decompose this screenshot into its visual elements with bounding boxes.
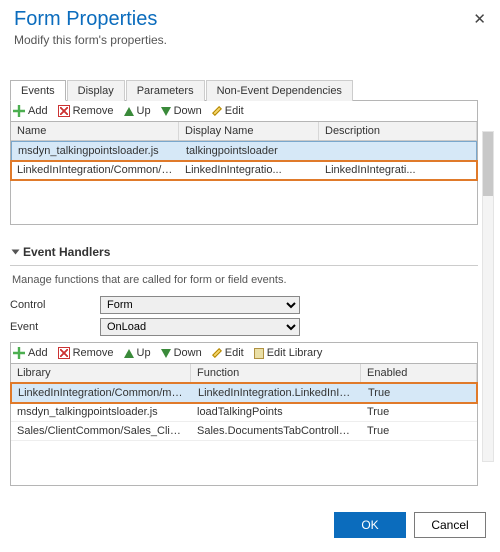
- table-row[interactable]: LinkedInIntegration/Common/msdyn_L... Li…: [11, 383, 477, 403]
- lib-remove-button[interactable]: Remove: [58, 105, 114, 117]
- libraries-grid-body: msdyn_talkingpointsloader.js talkingpoin…: [11, 141, 477, 224]
- lib-add-button[interactable]: Add: [13, 105, 48, 117]
- add-icon: [13, 347, 25, 359]
- tab-non-event-dependencies[interactable]: Non-Event Dependencies: [206, 80, 353, 101]
- edit-icon: [212, 348, 222, 358]
- vertical-scrollbar[interactable]: [482, 131, 494, 462]
- ok-button[interactable]: OK: [334, 512, 406, 538]
- control-label: Control: [10, 299, 100, 311]
- dialog-header: Form Properties Modify this form's prope…: [0, 0, 500, 51]
- col-enabled[interactable]: Enabled: [361, 364, 477, 382]
- collapse-icon: [12, 250, 20, 255]
- down-icon: [161, 349, 171, 358]
- remove-icon: [58, 105, 70, 117]
- up-icon: [124, 107, 134, 116]
- handlers-grid[interactable]: Library Function Enabled LinkedInIntegra…: [10, 364, 478, 486]
- event-label: Event: [10, 321, 100, 333]
- control-select[interactable]: Form: [100, 296, 300, 314]
- down-icon: [161, 107, 171, 116]
- form-properties-dialog: Form Properties Modify this form's prope…: [0, 0, 500, 552]
- close-button[interactable]: ✕: [473, 10, 486, 28]
- handler-add-button[interactable]: Add: [13, 347, 48, 359]
- separator: [10, 265, 478, 266]
- grid-empty-space: [11, 441, 477, 485]
- edit-icon: [212, 106, 222, 116]
- col-display-name[interactable]: Display Name: [179, 122, 319, 140]
- event-handlers-hint: Manage functions that are called for for…: [12, 274, 478, 286]
- col-library[interactable]: Library: [11, 364, 191, 382]
- grid-empty-space: [11, 180, 477, 224]
- libraries-toolbar: Add Remove Up Down Edit: [10, 101, 478, 122]
- handler-edit-library-button[interactable]: Edit Library: [254, 347, 323, 359]
- handlers-grid-header: Library Function Enabled: [11, 364, 477, 383]
- lib-edit-button[interactable]: Edit: [212, 105, 244, 117]
- event-select[interactable]: OnLoad: [100, 318, 300, 336]
- col-function[interactable]: Function: [191, 364, 361, 382]
- table-row[interactable]: msdyn_talkingpointsloader.js loadTalking…: [11, 403, 477, 422]
- libraries-grid-header: Name Display Name Description: [11, 122, 477, 141]
- lib-down-button[interactable]: Down: [161, 105, 202, 117]
- dialog-subtitle: Modify this form's properties.: [14, 33, 486, 47]
- dialog-content: Events Display Parameters Non-Event Depe…: [6, 51, 482, 502]
- library-icon: [254, 348, 264, 359]
- up-icon: [124, 349, 134, 358]
- handler-down-button[interactable]: Down: [161, 347, 202, 359]
- handlers-grid-body: LinkedInIntegration/Common/msdyn_L... Li…: [11, 383, 477, 485]
- handlers-toolbar: Add Remove Up Down Edit Edit Library: [10, 342, 478, 364]
- tab-display[interactable]: Display: [67, 80, 125, 101]
- event-row: Event OnLoad: [10, 318, 478, 336]
- handler-up-button[interactable]: Up: [124, 347, 151, 359]
- libraries-grid[interactable]: Name Display Name Description msdyn_talk…: [10, 122, 478, 225]
- control-row: Control Form: [10, 296, 478, 314]
- lib-up-button[interactable]: Up: [124, 105, 151, 117]
- tab-events[interactable]: Events: [10, 80, 66, 101]
- table-row[interactable]: Sales/ClientCommon/Sales_ClientCom... Sa…: [11, 422, 477, 441]
- table-row[interactable]: msdyn_talkingpointsloader.js talkingpoin…: [11, 141, 477, 161]
- table-row[interactable]: LinkedInIntegration/Common/msdyn_L... Li…: [11, 161, 477, 180]
- handler-remove-button[interactable]: Remove: [58, 347, 114, 359]
- tab-strip: Events Display Parameters Non-Event Depe…: [10, 79, 478, 101]
- dialog-title: Form Properties: [14, 8, 486, 31]
- col-description[interactable]: Description: [319, 122, 477, 140]
- cancel-button[interactable]: Cancel: [414, 512, 486, 538]
- tab-parameters[interactable]: Parameters: [126, 80, 205, 101]
- scrollbar-thumb[interactable]: [483, 132, 493, 196]
- dialog-footer: OK Cancel: [0, 502, 500, 552]
- remove-icon: [58, 347, 70, 359]
- event-handlers-heading[interactable]: Event Handlers: [12, 245, 478, 259]
- col-name[interactable]: Name: [11, 122, 179, 140]
- add-icon: [13, 105, 25, 117]
- handler-edit-button[interactable]: Edit: [212, 347, 244, 359]
